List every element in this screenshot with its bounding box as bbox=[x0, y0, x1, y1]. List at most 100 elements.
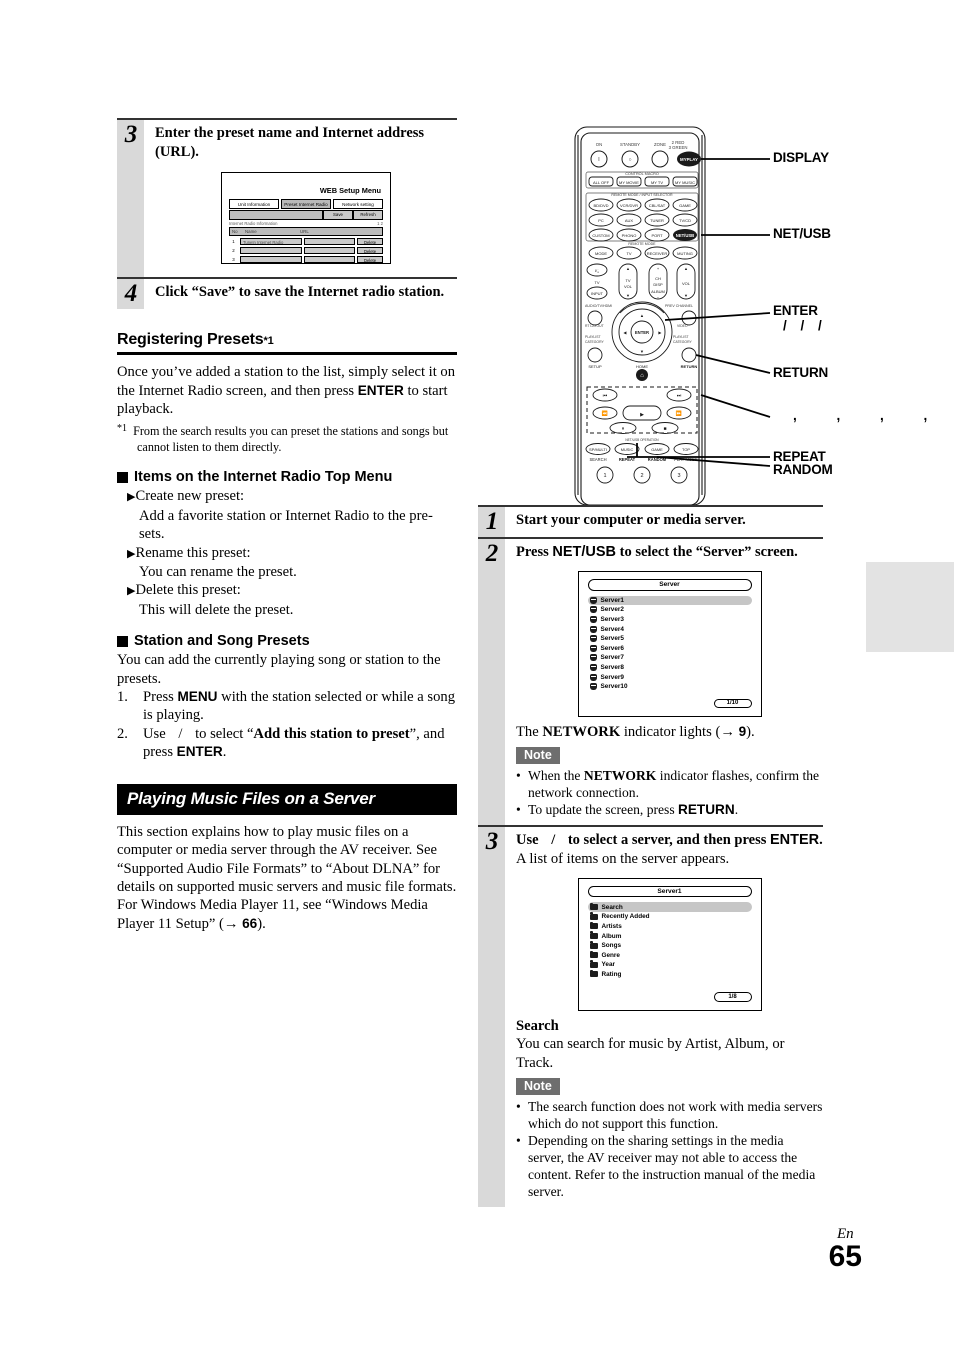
list-item[interactable]: Server6 bbox=[588, 644, 752, 654]
svg-text:CUSTOM: CUSTOM bbox=[592, 233, 609, 238]
server-list-screen: Server Server1 Server2 Server3 Server4 S… bbox=[577, 571, 762, 718]
svg-text:PHONO: PHONO bbox=[622, 233, 637, 238]
svg-text:RETURN: RETURN bbox=[681, 364, 698, 369]
items-top-menu-heading: Items on the Internet Radio Top Menu bbox=[117, 469, 457, 485]
list-item[interactable]: Album bbox=[588, 931, 752, 941]
svg-text:▼: ▼ bbox=[626, 293, 630, 298]
row-name-field[interactable]: TuneIn Internet Radio bbox=[240, 238, 302, 246]
svg-text:STANDBY: STANDBY bbox=[620, 142, 640, 147]
list-item[interactable]: Server7 bbox=[588, 653, 752, 663]
tab-network-setting[interactable]: Network setting bbox=[333, 199, 383, 210]
row-name-field[interactable] bbox=[240, 247, 302, 255]
table-row: 3 Delete bbox=[229, 256, 383, 264]
list-item[interactable]: Year bbox=[588, 960, 752, 970]
web-setup-menu-page-indicator: 1 2 bbox=[377, 221, 383, 227]
folder-icon bbox=[589, 912, 598, 920]
items-top-menu-heading-text: Items on the Internet Radio Top Menu bbox=[134, 469, 393, 486]
row-url-field[interactable] bbox=[304, 247, 355, 255]
step-3-title-post: . bbox=[819, 832, 823, 849]
station-song-presets-heading-text: Station and Song Presets bbox=[134, 633, 310, 650]
svg-text:SP/MULTI: SP/MULTI bbox=[589, 447, 607, 452]
svg-text:▶: ▶ bbox=[640, 412, 644, 418]
server-icon bbox=[589, 635, 597, 643]
svg-text:TOP: TOP bbox=[682, 447, 690, 452]
list-item-label: Create new preset: bbox=[135, 488, 245, 505]
list-item[interactable]: Server2 bbox=[588, 605, 752, 615]
list-item[interactable]: Server9 bbox=[588, 672, 752, 682]
svg-text:▲: ▲ bbox=[684, 266, 688, 271]
step-4: 4 Click “Save” to save the Internet radi… bbox=[117, 277, 457, 310]
list-item-label: Album bbox=[601, 932, 622, 940]
svg-text:ZONE: ZONE bbox=[654, 142, 666, 147]
step-text-pre: Press bbox=[143, 689, 178, 706]
note-text-post: . bbox=[734, 802, 739, 818]
network-indicator-text: The NETWORK indicator lights (→ 9). bbox=[516, 723, 823, 741]
step-4-number: 4 bbox=[124, 280, 138, 308]
list-item[interactable]: Search bbox=[587, 902, 752, 913]
list-item[interactable]: Artists bbox=[588, 921, 752, 932]
list-item[interactable]: Server5 bbox=[588, 634, 752, 644]
svg-text:HOME: HOME bbox=[636, 364, 648, 369]
svg-text:I: I bbox=[598, 157, 599, 163]
playing-music-para2-post: ). bbox=[257, 915, 266, 932]
list-item-label: Server2 bbox=[600, 606, 624, 614]
row-index: 2 bbox=[232, 248, 235, 254]
svg-text:⏪: ⏪ bbox=[602, 410, 608, 417]
svg-text:○: ○ bbox=[628, 157, 631, 163]
svg-text:TV/CD: TV/CD bbox=[679, 218, 691, 223]
step-2: 2 Press NET/USB to select the “Server” s… bbox=[478, 537, 823, 826]
row-delete-button[interactable]: Delete bbox=[357, 256, 383, 264]
list-item-label: Genre bbox=[601, 951, 620, 959]
svg-text:GAME: GAME bbox=[679, 203, 691, 208]
web-setup-menu-infobar: Internet Radio Information 1 2 bbox=[229, 221, 383, 226]
svg-text:MY MOVIE: MY MOVIE bbox=[619, 180, 639, 185]
step-1-title: Start your computer or media server. bbox=[516, 512, 746, 528]
page-reference: 66 bbox=[242, 915, 258, 931]
row-name-field[interactable] bbox=[240, 256, 302, 264]
list-item[interactable]: Recently Added bbox=[588, 912, 752, 922]
svg-text:2: 2 bbox=[640, 473, 643, 479]
step-3-right-number: 3 bbox=[485, 828, 499, 856]
server-icon bbox=[589, 606, 597, 614]
list-item[interactable]: Server10 bbox=[588, 682, 752, 692]
arrow-separator: / bbox=[178, 725, 183, 742]
list-item: • The search function does not work with … bbox=[516, 1098, 823, 1132]
network-label: NETWORK bbox=[583, 768, 657, 784]
tab-unit-information[interactable]: Unit Information bbox=[229, 199, 279, 210]
svg-text:MUSIC: MUSIC bbox=[621, 447, 634, 452]
list-item-label: Server5 bbox=[600, 635, 624, 643]
svg-text:⌂: ⌂ bbox=[640, 373, 644, 379]
list-item: ▶Create new preset: bbox=[117, 487, 457, 506]
list-item: ▶Rename this preset: bbox=[117, 544, 457, 563]
bullet-icon: • bbox=[516, 1132, 521, 1148]
list-item[interactable]: Server8 bbox=[588, 663, 752, 673]
list-item[interactable]: Server4 bbox=[588, 624, 752, 634]
list-item-label: Search bbox=[601, 903, 623, 911]
refresh-button[interactable]: Refresh bbox=[353, 210, 383, 221]
list-item[interactable]: Server1 bbox=[587, 595, 752, 606]
bullet-icon: • bbox=[516, 1098, 521, 1114]
list-item[interactable]: Songs bbox=[588, 941, 752, 951]
svg-text:CONTROL MACRO: CONTROL MACRO bbox=[625, 172, 659, 176]
row-delete-button[interactable]: Delete bbox=[357, 238, 383, 246]
list-item-label: Recently Added bbox=[601, 913, 650, 921]
row-url-field[interactable] bbox=[304, 238, 355, 246]
svg-text:NET/USB OPERATION: NET/USB OPERATION bbox=[625, 438, 659, 442]
svg-text:BD/DVD: BD/DVD bbox=[593, 203, 608, 208]
save-button[interactable]: Save bbox=[323, 210, 353, 221]
playing-music-para2: For Windows Media Player 11, see “Window… bbox=[117, 896, 457, 933]
list-item-label: Rename this preset: bbox=[135, 544, 251, 561]
list-item[interactable]: Rating bbox=[588, 969, 752, 980]
list-item[interactable]: Server3 bbox=[588, 615, 752, 625]
folder-icon bbox=[589, 931, 598, 940]
svg-text:PC: PC bbox=[598, 218, 604, 223]
row-delete-button[interactable]: Delete bbox=[357, 247, 383, 255]
tab-preset-internet-radio[interactable]: Preset Internet Radio bbox=[281, 199, 331, 210]
arrow-icon: → bbox=[223, 915, 239, 932]
row-url-field[interactable] bbox=[304, 256, 355, 264]
row-index: 1 bbox=[232, 239, 235, 245]
step-1-number: 1 bbox=[485, 508, 499, 535]
step-3-right: 3 Use / to select a server, and then pre… bbox=[478, 825, 823, 1207]
list-item[interactable]: Genre bbox=[588, 950, 752, 960]
web-setup-menu-table-header: No Name URL bbox=[229, 227, 383, 237]
